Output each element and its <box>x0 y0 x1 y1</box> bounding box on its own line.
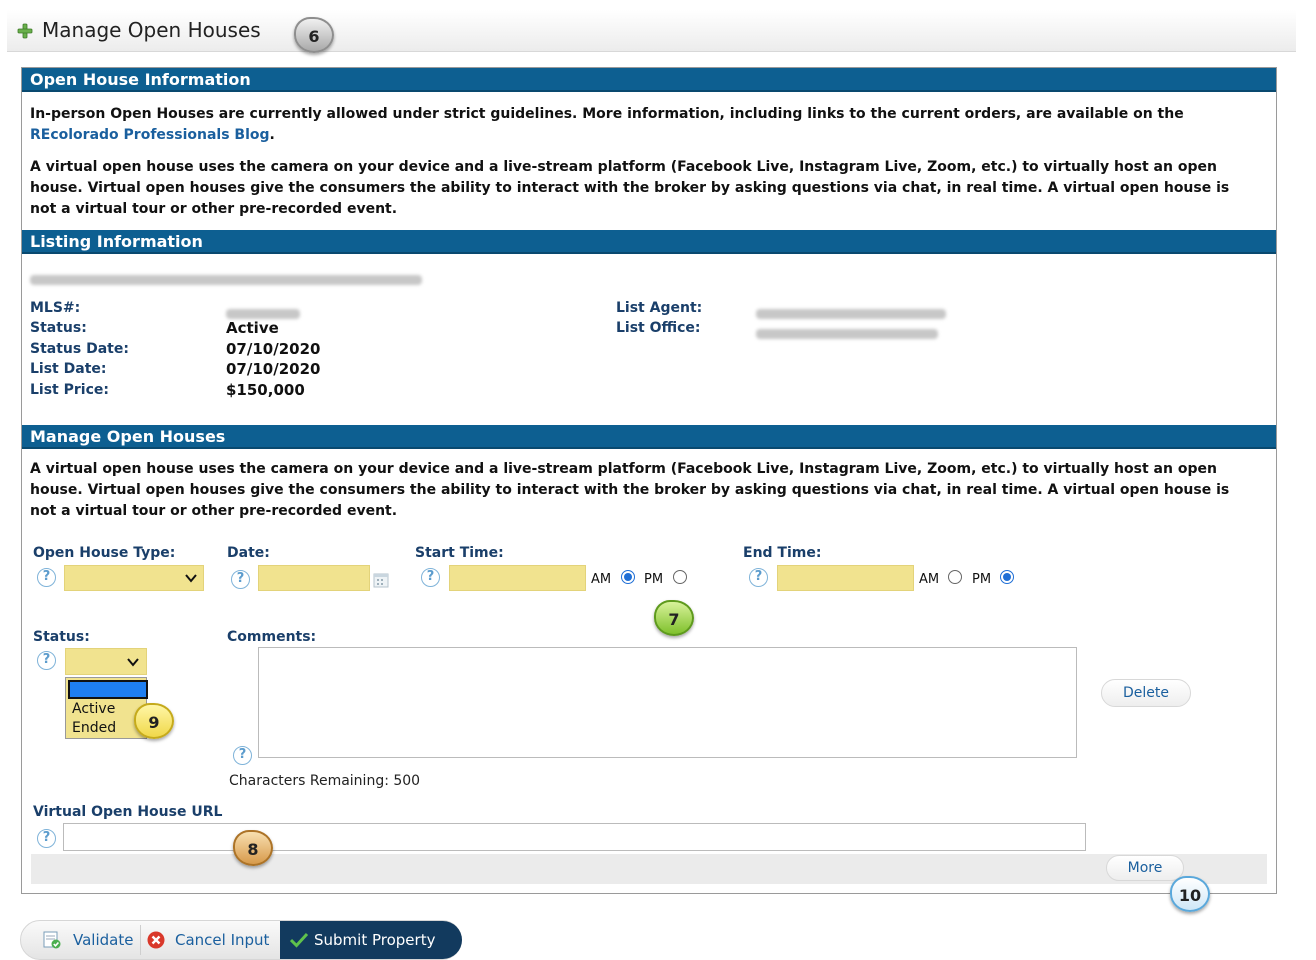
end-am-label: AM <box>919 572 940 587</box>
comments-label: Comments: <box>227 629 317 645</box>
status-date-label: Status Date: <box>30 341 129 357</box>
callout-badge: 8 <box>233 830 273 866</box>
validate-icon <box>43 931 61 949</box>
end-am-radio[interactable] <box>948 570 962 584</box>
submit-property-button[interactable]: Submit Property <box>280 921 462 959</box>
title-bar: Manage Open Houses <box>7 10 1296 52</box>
start-pm-label: PM <box>644 572 664 587</box>
list-office-label: List Office: <box>616 320 701 336</box>
listing-address-redacted <box>30 270 422 289</box>
cancel-label: Cancel Input <box>175 931 270 949</box>
status-label: Status: <box>30 320 87 336</box>
start-am-radio[interactable] <box>621 570 635 584</box>
comments-textarea[interactable] <box>258 647 1077 758</box>
list-date-label: List Date: <box>30 361 107 377</box>
virtual-url-label: Virtual Open House URL <box>33 804 223 820</box>
callout-badge: 7 <box>654 600 694 636</box>
help-icon[interactable]: ? <box>749 568 768 587</box>
help-icon[interactable]: ? <box>37 568 56 587</box>
end-time-input[interactable] <box>777 565 914 591</box>
info-text-1-end: . <box>269 127 275 143</box>
help-icon[interactable]: ? <box>231 570 250 589</box>
calendar-icon[interactable] <box>373 572 389 588</box>
list-agent-label: List Agent: <box>616 300 703 316</box>
section-header-open-house-info: Open House Information <box>22 68 1276 92</box>
submit-label: Submit Property <box>314 931 436 949</box>
delete-button[interactable]: Delete <box>1101 679 1191 707</box>
divider <box>140 925 141 955</box>
main-panel: Open House Information In-person Open Ho… <box>21 67 1277 894</box>
open-house-info-text-1: In-person Open Houses are currently allo… <box>30 104 1260 146</box>
start-am-label: AM <box>591 572 612 587</box>
start-time-label: Start Time: <box>415 545 504 561</box>
status-field-label: Status: <box>33 629 90 645</box>
validate-button[interactable]: Validate <box>43 921 159 959</box>
blog-link[interactable]: REcolorado Professionals Blog <box>30 127 270 143</box>
end-time-label: End Time: <box>743 545 822 561</box>
page-title: Manage Open Houses <box>42 18 261 42</box>
callout-badge: 6 <box>294 17 334 53</box>
footer-strip <box>31 854 1267 884</box>
start-time-input[interactable] <box>449 565 586 591</box>
plus-icon[interactable] <box>17 23 33 39</box>
status-option-ended[interactable]: Ended <box>72 720 116 736</box>
list-office-redacted <box>756 324 938 343</box>
action-bar: Validate Cancel Input Submit Property <box>20 920 462 960</box>
start-pm-radio[interactable] <box>673 570 687 584</box>
cancel-icon <box>147 931 165 949</box>
check-icon <box>290 932 308 948</box>
callout-badge: 9 <box>134 703 174 739</box>
manage-open-houses-text: A virtual open house uses the camera on … <box>30 461 1230 519</box>
status-value: Active <box>226 319 279 337</box>
validate-label: Validate <box>73 931 134 949</box>
help-icon[interactable]: ? <box>421 568 440 587</box>
status-option-blank[interactable] <box>68 680 148 699</box>
date-input[interactable] <box>258 565 370 591</box>
status-date-value: 07/10/2020 <box>226 340 321 358</box>
date-label: Date: <box>227 545 270 561</box>
list-price-label: List Price: <box>30 382 109 398</box>
open-house-type-label: Open House Type: <box>33 545 176 561</box>
status-option-active[interactable]: Active <box>72 701 115 717</box>
section-header-manage-open-houses: Manage Open Houses <box>22 425 1276 449</box>
end-pm-radio[interactable] <box>1000 570 1014 584</box>
help-icon[interactable]: ? <box>37 651 56 670</box>
mls-label: MLS#: <box>30 300 81 316</box>
chevron-down-icon <box>127 658 139 667</box>
info-text-1: In-person Open Houses are currently allo… <box>30 106 1184 122</box>
section-header-listing-info: Listing Information <box>22 230 1276 254</box>
help-icon[interactable]: ? <box>37 829 56 848</box>
chevron-down-icon <box>185 574 197 583</box>
cancel-input-button[interactable]: Cancel Input <box>147 921 281 959</box>
more-button[interactable]: More <box>1106 855 1184 881</box>
end-pm-label: PM <box>972 572 992 587</box>
status-select[interactable] <box>65 648 147 675</box>
virtual-url-input[interactable] <box>63 823 1086 851</box>
status-dropdown-list: Active Ended <box>65 677 148 739</box>
open-house-info-text-2: A virtual open house uses the camera on … <box>30 159 1230 217</box>
open-house-type-select[interactable] <box>64 565 204 591</box>
list-price-value: $150,000 <box>226 381 305 399</box>
help-icon[interactable]: ? <box>233 746 252 765</box>
callout-badge: 10 <box>1170 876 1210 912</box>
list-agent-redacted <box>756 304 946 323</box>
characters-remaining: Characters Remaining: 500 <box>229 773 421 789</box>
list-date-value: 07/10/2020 <box>226 360 321 378</box>
